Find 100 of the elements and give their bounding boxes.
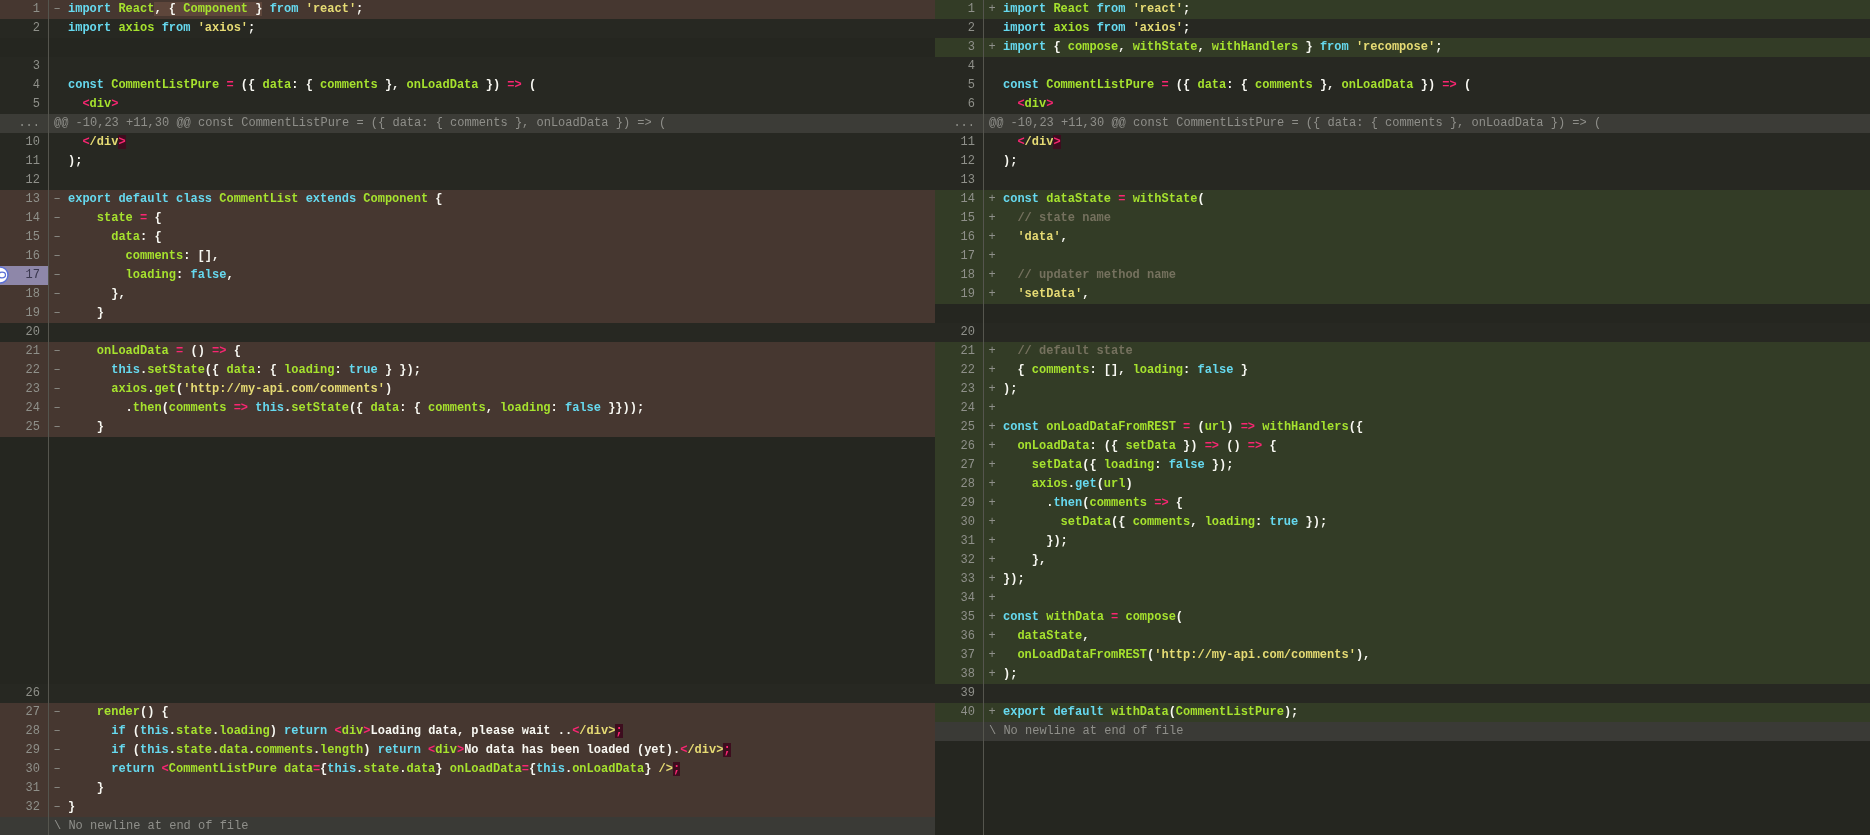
line-number: 19	[25, 305, 40, 322]
code-line: render() {	[95, 704, 169, 721]
line-number: 25	[960, 419, 975, 436]
change-marker: –	[52, 305, 62, 322]
line-number: 18	[960, 267, 975, 284]
change-marker: +	[987, 39, 997, 56]
code-line: },	[110, 286, 126, 303]
line-number: 16	[25, 248, 40, 265]
code-line: }	[67, 799, 76, 816]
change-marker: –	[52, 191, 62, 208]
line-number: 32	[25, 799, 40, 816]
code-line: );	[1002, 666, 1018, 683]
line-number: 30	[25, 761, 40, 778]
code-line: });	[1045, 533, 1068, 550]
code-line: });	[1002, 571, 1025, 588]
line-number: 4	[32, 77, 40, 94]
code-line: { comments: [], loading: false }	[1016, 362, 1248, 379]
change-marker: +	[987, 571, 997, 588]
change-marker: +	[987, 476, 997, 493]
code-line: // default state	[1016, 343, 1133, 360]
line-number: 28	[960, 476, 975, 493]
change-marker: –	[52, 780, 62, 797]
code-line: onLoadDataFromREST('http://my-api.com/comments'),	[1016, 647, 1371, 664]
no-newline-note: \ No newline at end of file	[53, 818, 249, 835]
code-line: onLoadData = () => {	[95, 343, 241, 360]
code-line: );	[67, 153, 83, 170]
code-line: 'data',	[1016, 229, 1068, 246]
no-newline-note: \ No newline at end of file	[988, 723, 1184, 740]
line-number: 40	[960, 704, 975, 721]
code-line: <div>	[1016, 96, 1054, 113]
line-number: 32	[960, 552, 975, 569]
line-number: 29	[960, 495, 975, 512]
line-number: 37	[960, 647, 975, 664]
change-marker: +	[987, 666, 997, 683]
change-marker: –	[52, 419, 62, 436]
code-line: // state name	[1016, 210, 1112, 227]
code-line: },	[1030, 552, 1047, 569]
change-marker: +	[987, 381, 997, 398]
line-number: 29	[25, 742, 40, 759]
code-line: .then(comments => {	[1045, 495, 1184, 512]
change-marker: +	[987, 286, 997, 303]
line-number: 26	[25, 685, 40, 702]
code-line: 'setData',	[1016, 286, 1090, 303]
code-line: const CommentListPure = ({ data: { comments }, onLoadData }) => (	[1002, 77, 1472, 94]
change-marker: –	[52, 248, 62, 265]
code-line: axios.get('http://my-api.com/comments')	[110, 381, 393, 398]
line-number: 20	[25, 324, 40, 341]
code-line: loading: false,	[124, 267, 234, 284]
line-number: 20	[960, 324, 975, 341]
line-number: 24	[960, 400, 975, 417]
code-line: }	[95, 780, 104, 797]
hunk-marker: ...	[18, 115, 40, 132]
change-marker: –	[52, 742, 62, 759]
change-marker: –	[52, 286, 62, 303]
code-line: import axios from 'axios';	[1002, 20, 1191, 37]
line-number: 14	[25, 210, 40, 227]
line-number: 34	[960, 590, 975, 607]
line-number: 38	[960, 666, 975, 683]
line-number: 6	[967, 96, 975, 113]
code-line: dataState,	[1016, 628, 1090, 645]
line-number: 27	[25, 704, 40, 721]
code-line: data: {	[110, 229, 162, 246]
code-line: if (this.state.loading) return <div>Loading data, please wait ..</div>;	[110, 723, 623, 740]
line-number: 33	[960, 571, 975, 588]
line-number: 31	[25, 780, 40, 797]
code-line: }	[95, 419, 104, 436]
change-marker: –	[52, 1, 62, 18]
line-number: 15	[960, 210, 975, 227]
line-number: 16	[960, 229, 975, 246]
line-number: 5	[967, 77, 975, 94]
change-marker: +	[987, 495, 997, 512]
change-marker: +	[987, 419, 997, 436]
line-number: 35	[960, 609, 975, 626]
code-line: axios.get(url)	[1030, 476, 1133, 493]
code-line: </div>	[81, 134, 126, 151]
line-number: 17	[960, 248, 975, 265]
change-marker: –	[52, 229, 62, 246]
code-line: const onLoadDataFromREST = (url) => withHandlers({	[1002, 419, 1364, 436]
change-marker: +	[987, 343, 997, 360]
line-number: 11	[960, 134, 975, 151]
code-line: }	[95, 305, 104, 322]
code-line: .then(comments => this.setState({ data: { comments, loading: false }}));	[124, 400, 645, 417]
change-marker: +	[987, 438, 997, 455]
line-number: 28	[25, 723, 40, 740]
change-marker: +	[987, 514, 997, 531]
code-line: onLoadData: ({ setData }) => () => {	[1016, 438, 1277, 455]
line-number: 17	[25, 267, 40, 284]
code-line: comments: [],	[124, 248, 220, 265]
line-number: 12	[25, 172, 40, 189]
line-number: 3	[32, 58, 40, 75]
change-marker: +	[987, 647, 997, 664]
line-number: 1	[32, 1, 40, 18]
line-number: 13	[960, 172, 975, 189]
change-marker: +	[987, 609, 997, 626]
code-line: return <CommentListPure data={this.state.data} onLoadData={this.onLoadData} />;	[110, 761, 681, 778]
line-number: 14	[960, 191, 975, 208]
line-number: 31	[960, 533, 975, 550]
line-number: 19	[960, 286, 975, 303]
change-marker: –	[52, 704, 62, 721]
line-number: 36	[960, 628, 975, 645]
